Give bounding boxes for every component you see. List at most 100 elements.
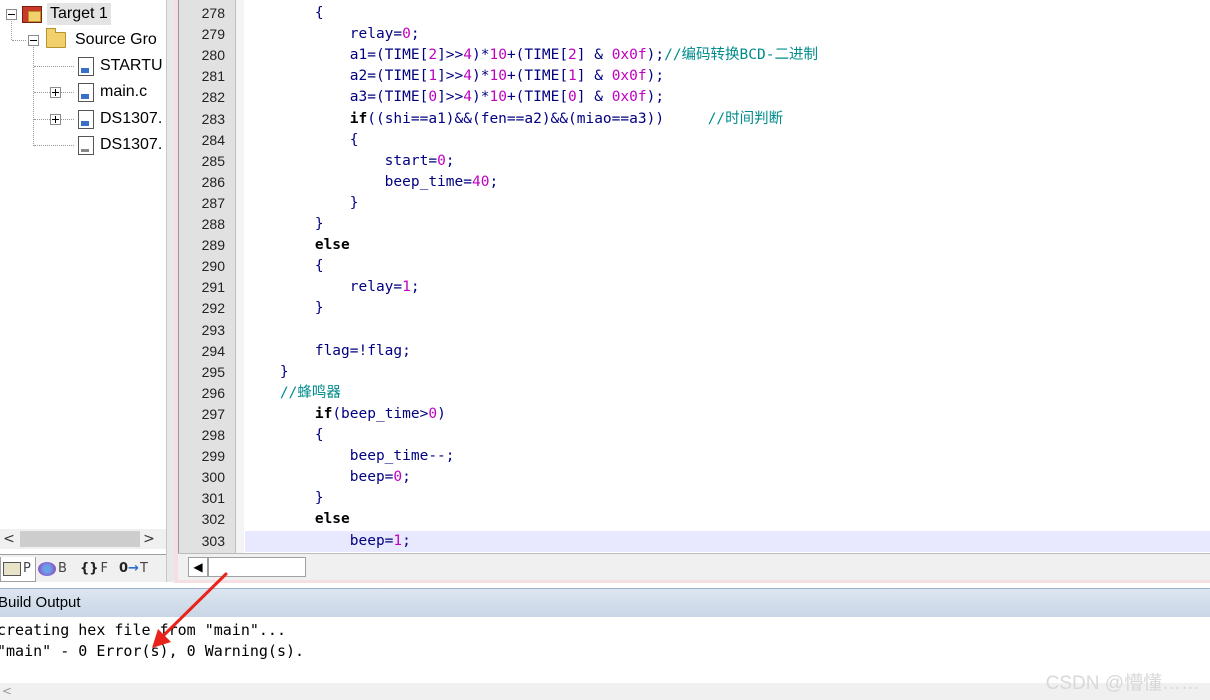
tree-item-label: Target 1 bbox=[47, 3, 111, 25]
code-line[interactable]: relay=1; bbox=[245, 277, 1210, 298]
line-number: 295 bbox=[201, 363, 225, 380]
templates-icon: 0→ bbox=[119, 561, 139, 576]
line-number: 299 bbox=[201, 448, 225, 465]
tree-item[interactable]: DS1307. bbox=[0, 134, 170, 156]
code-line[interactable]: { bbox=[245, 425, 1210, 446]
line-number: 300 bbox=[201, 469, 225, 486]
tree-item-label: DS1307. bbox=[100, 110, 163, 127]
line-number: 293 bbox=[201, 321, 225, 338]
line-number: 297 bbox=[201, 405, 225, 422]
code-line[interactable]: beep_time--; bbox=[245, 446, 1210, 467]
line-number: 298 bbox=[201, 427, 225, 443]
code-line[interactable]: else bbox=[245, 235, 1210, 256]
build-output-scrollbar[interactable]: < bbox=[0, 683, 1210, 700]
collapse-icon[interactable] bbox=[6, 9, 17, 20]
books-icon bbox=[38, 561, 56, 576]
tab-templates[interactable]: 0→T bbox=[118, 557, 160, 581]
tree-horizontal-scrollbar[interactable]: < > bbox=[0, 529, 166, 549]
code-line[interactable]: } bbox=[245, 214, 1210, 235]
scroll-left-button[interactable]: < bbox=[0, 529, 18, 549]
tree-item[interactable]: DS1307. bbox=[0, 108, 170, 130]
code-line[interactable]: if(beep_time>0) bbox=[245, 404, 1210, 425]
code-line[interactable]: { bbox=[245, 130, 1210, 151]
code-line[interactable]: beep_time=40; bbox=[245, 172, 1210, 193]
code-line[interactable]: beep=0; bbox=[245, 467, 1210, 488]
expand-icon[interactable] bbox=[50, 87, 61, 98]
project-panel: Target 1 Source Gro STARTU main.c DS1307. DS1… bbox=[0, 0, 170, 582]
watermark: CSDN @懵懂…… bbox=[1045, 673, 1200, 694]
line-number: 291 bbox=[201, 279, 225, 296]
line-number: 289 bbox=[201, 237, 225, 254]
code-line[interactable]: } bbox=[245, 362, 1210, 383]
project-icon bbox=[3, 561, 21, 576]
code-line[interactable]: } bbox=[245, 488, 1210, 509]
line-number: 301 bbox=[201, 490, 225, 507]
scroll-left-button[interactable]: ◀ bbox=[188, 557, 208, 577]
panel-tabs: P B {} F 0→T bbox=[0, 554, 170, 582]
code-line[interactable]: flag=!flag; bbox=[245, 341, 1210, 362]
tree-item[interactable]: main.c bbox=[0, 81, 170, 103]
source-file-icon bbox=[78, 110, 94, 129]
target-icon bbox=[22, 6, 42, 23]
line-number: 280 bbox=[201, 47, 225, 64]
line-number-gutter: 278 279 280 281 282 283 284 285 286 287 288 289 290 2… bbox=[179, 0, 236, 553]
tree-item-label: main.c bbox=[100, 83, 148, 100]
line-number: 283 bbox=[201, 110, 225, 127]
editor-horizontal-scrollbar[interactable]: ◀ bbox=[178, 553, 1210, 580]
line-number: 281 bbox=[201, 68, 225, 85]
tab-project[interactable]: P bbox=[0, 557, 36, 582]
code-line[interactable]: //蜂鸣器 bbox=[245, 383, 1210, 404]
code-line[interactable]: beep=1; bbox=[245, 530, 1210, 552]
build-output-title: Build Output bbox=[0, 594, 81, 611]
scroll-thumb[interactable] bbox=[20, 531, 140, 547]
line-number: 287 bbox=[201, 194, 225, 211]
line-number: 278 bbox=[201, 5, 225, 21]
tab-functions[interactable]: {} F bbox=[78, 557, 116, 581]
code-editor: 278 279 280 281 282 283 284 285 286 287 288 289 290 2… bbox=[174, 0, 1210, 583]
line-number: 282 bbox=[201, 89, 225, 106]
line-number: 288 bbox=[201, 216, 225, 232]
line-number: 292 bbox=[201, 300, 225, 317]
code-line[interactable]: if((shi==a1)&&(fen==a2)&&(miao==a3)) //时… bbox=[245, 109, 1210, 130]
build-output-header: Build Output bbox=[0, 588, 1210, 618]
code-line[interactable]: relay=0; bbox=[245, 24, 1210, 45]
code-line[interactable]: { bbox=[245, 256, 1210, 277]
code-line[interactable]: a2=(TIME[1]>>4)*10+(TIME[1] & 0x0f); bbox=[245, 66, 1210, 87]
collapse-icon[interactable] bbox=[28, 35, 39, 46]
build-output-line: "main" - 0 Error(s), 0 Warning(s). bbox=[0, 642, 305, 660]
scroll-left-button[interactable]: < bbox=[0, 683, 14, 700]
line-number: 285 bbox=[201, 152, 225, 169]
line-number: 286 bbox=[201, 173, 225, 190]
line-number: 294 bbox=[201, 342, 225, 359]
code-line[interactable]: a1=(TIME[2]>>4)*10+(TIME[2] & 0x0f);//编码… bbox=[245, 45, 1210, 66]
code-line[interactable]: else bbox=[245, 509, 1210, 530]
expand-icon[interactable] bbox=[50, 114, 61, 125]
code-line[interactable]: } bbox=[245, 298, 1210, 319]
code-line[interactable] bbox=[245, 320, 1210, 341]
scroll-right-button[interactable]: > bbox=[140, 529, 158, 549]
editor-text-area[interactable]: 278 279 280 281 282 283 284 285 286 287 288 289 290 2… bbox=[178, 0, 1210, 553]
tree-item[interactable]: Target 1 bbox=[0, 3, 170, 25]
line-number: 303 bbox=[201, 532, 225, 549]
code-line[interactable]: { bbox=[245, 3, 1210, 24]
tree-item[interactable]: STARTU bbox=[0, 55, 170, 77]
header-file-icon bbox=[78, 136, 94, 155]
source-file-icon bbox=[78, 57, 94, 76]
fold-column bbox=[236, 0, 244, 553]
source-file-icon bbox=[78, 83, 94, 102]
line-number: 290 bbox=[201, 258, 225, 275]
tree-item[interactable]: Source Gro bbox=[0, 28, 170, 51]
line-number: 284 bbox=[201, 131, 225, 148]
tab-books[interactable]: B bbox=[36, 557, 74, 581]
code-line[interactable]: } bbox=[245, 193, 1210, 214]
scroll-thumb[interactable] bbox=[208, 557, 306, 577]
tree-item-label: STARTU bbox=[100, 57, 163, 74]
build-output-panel[interactable]: creating hex file from "main"... "main" … bbox=[0, 617, 1210, 683]
code-line[interactable]: a3=(TIME[0]>>4)*10+(TIME[0] & 0x0f); bbox=[245, 87, 1210, 108]
build-output-line: creating hex file from "main"... bbox=[0, 621, 286, 639]
line-number: 279 bbox=[201, 26, 225, 43]
line-number: 302 bbox=[201, 511, 225, 528]
functions-icon: {} bbox=[80, 561, 99, 576]
folder-icon bbox=[46, 28, 66, 48]
code-line[interactable]: start=0; bbox=[245, 151, 1210, 172]
